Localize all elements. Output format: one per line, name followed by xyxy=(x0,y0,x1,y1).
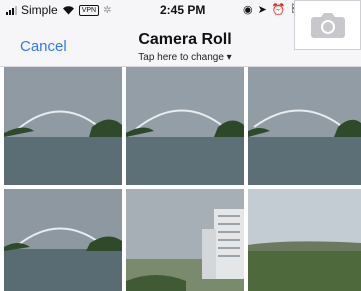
cancel-button[interactable]: Cancel xyxy=(20,38,67,55)
page-title: Camera Roll xyxy=(138,31,232,48)
camera-icon xyxy=(310,13,345,38)
location-arrow-icon: ➤ xyxy=(257,4,267,16)
camera-button[interactable] xyxy=(294,0,361,50)
change-album-link[interactable]: Tap here to change ▾ xyxy=(120,52,250,63)
status-time: 2:45 PM xyxy=(160,3,206,17)
rotation-lock-icon: ◉ xyxy=(243,4,253,16)
carrier-label: Simple xyxy=(21,3,58,17)
status-right: ◉ ➤ ⏰ ᛒ xyxy=(243,3,297,16)
photo-thumbnail[interactable] xyxy=(4,67,122,185)
wifi-icon xyxy=(62,6,74,15)
photo-thumbnail[interactable] xyxy=(126,67,244,185)
photo-thumbnail[interactable] xyxy=(248,67,361,185)
photo-thumbnail[interactable] xyxy=(4,189,122,291)
alarm-icon: ⏰ xyxy=(271,4,286,16)
activity-icon: ✲ xyxy=(103,4,112,16)
signal-icon xyxy=(6,5,17,15)
status-left: Simple VPN ✲ xyxy=(6,3,111,17)
photo-thumbnail[interactable] xyxy=(126,189,244,291)
vpn-badge: VPN xyxy=(78,4,100,16)
photo-thumbnail[interactable] xyxy=(248,189,361,291)
